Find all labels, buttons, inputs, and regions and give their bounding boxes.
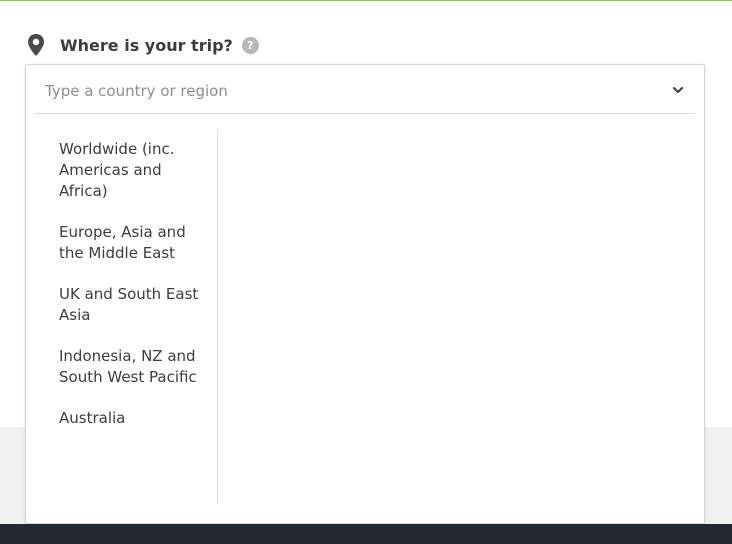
chevron-down-icon[interactable]	[671, 82, 685, 96]
region-dropdown-panel: Worldwide (inc. Americas and Africa) Eur…	[25, 64, 705, 524]
region-option-worldwide[interactable]: Worldwide (inc. Americas and Africa)	[26, 130, 217, 213]
question-label: Where is your trip?	[60, 35, 233, 55]
region-option-indonesia-nz-pacific[interactable]: Indonesia, NZ and South West Pacific	[26, 337, 217, 399]
search-row	[35, 65, 695, 114]
region-option-australia[interactable]: Australia	[26, 399, 217, 440]
help-icon[interactable]: ?	[241, 36, 259, 54]
map-pin-icon	[26, 33, 46, 57]
region-list: Worldwide (inc. Americas and Africa) Eur…	[26, 130, 218, 504]
country-search-input[interactable]	[35, 77, 665, 105]
region-detail-area	[218, 130, 704, 504]
top-accent-line	[0, 0, 732, 1]
region-option-europe-asia-middle-east[interactable]: Europe, Asia and the Middle East	[26, 213, 217, 275]
footer-bar	[0, 524, 732, 544]
trip-question: Where is your trip? ?	[26, 32, 259, 58]
region-option-uk-south-east-asia[interactable]: UK and South East Asia	[26, 275, 217, 337]
